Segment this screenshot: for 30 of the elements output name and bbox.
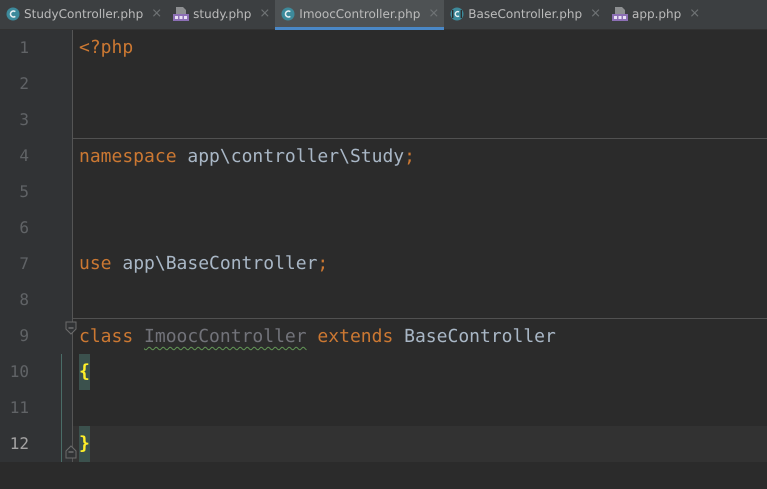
code-token: extends xyxy=(316,326,394,347)
code-token: namespace xyxy=(79,146,177,167)
php-file-icon xyxy=(173,6,190,22)
fold-marker-icon[interactable] xyxy=(65,321,77,335)
code-token: use xyxy=(79,253,112,274)
file-tab[interactable]: study.php × xyxy=(167,0,276,30)
code-token: class xyxy=(79,326,134,347)
code-token: app\controller\Study xyxy=(186,146,404,167)
code-token: } xyxy=(79,426,90,462)
code-token: ; xyxy=(317,253,328,274)
file-tab[interactable]: BaseController.php × xyxy=(444,0,606,30)
code-token: <?php xyxy=(79,37,134,58)
class-icon xyxy=(6,6,20,20)
close-icon[interactable]: × xyxy=(151,4,162,24)
close-icon[interactable]: × xyxy=(259,4,270,24)
code-token: ; xyxy=(404,146,415,167)
code-token: BaseController xyxy=(403,326,556,347)
line-number: 12 xyxy=(8,433,29,455)
php-file-icon xyxy=(612,6,628,22)
close-icon[interactable]: × xyxy=(590,4,601,24)
fold-marker-icon[interactable] xyxy=(65,445,77,459)
file-tab[interactable]: ImoocController.php × xyxy=(275,0,444,30)
file-tab[interactable]: StudyController.php × xyxy=(0,0,168,30)
code-token: ImoocController xyxy=(144,326,307,347)
file-tab[interactable]: app.php × xyxy=(606,0,706,30)
close-icon[interactable]: × xyxy=(689,4,700,24)
class-icon xyxy=(281,6,296,20)
code-token: app\BaseController xyxy=(121,253,318,274)
code-token: { xyxy=(79,354,90,390)
abstract-class-icon xyxy=(450,6,464,20)
